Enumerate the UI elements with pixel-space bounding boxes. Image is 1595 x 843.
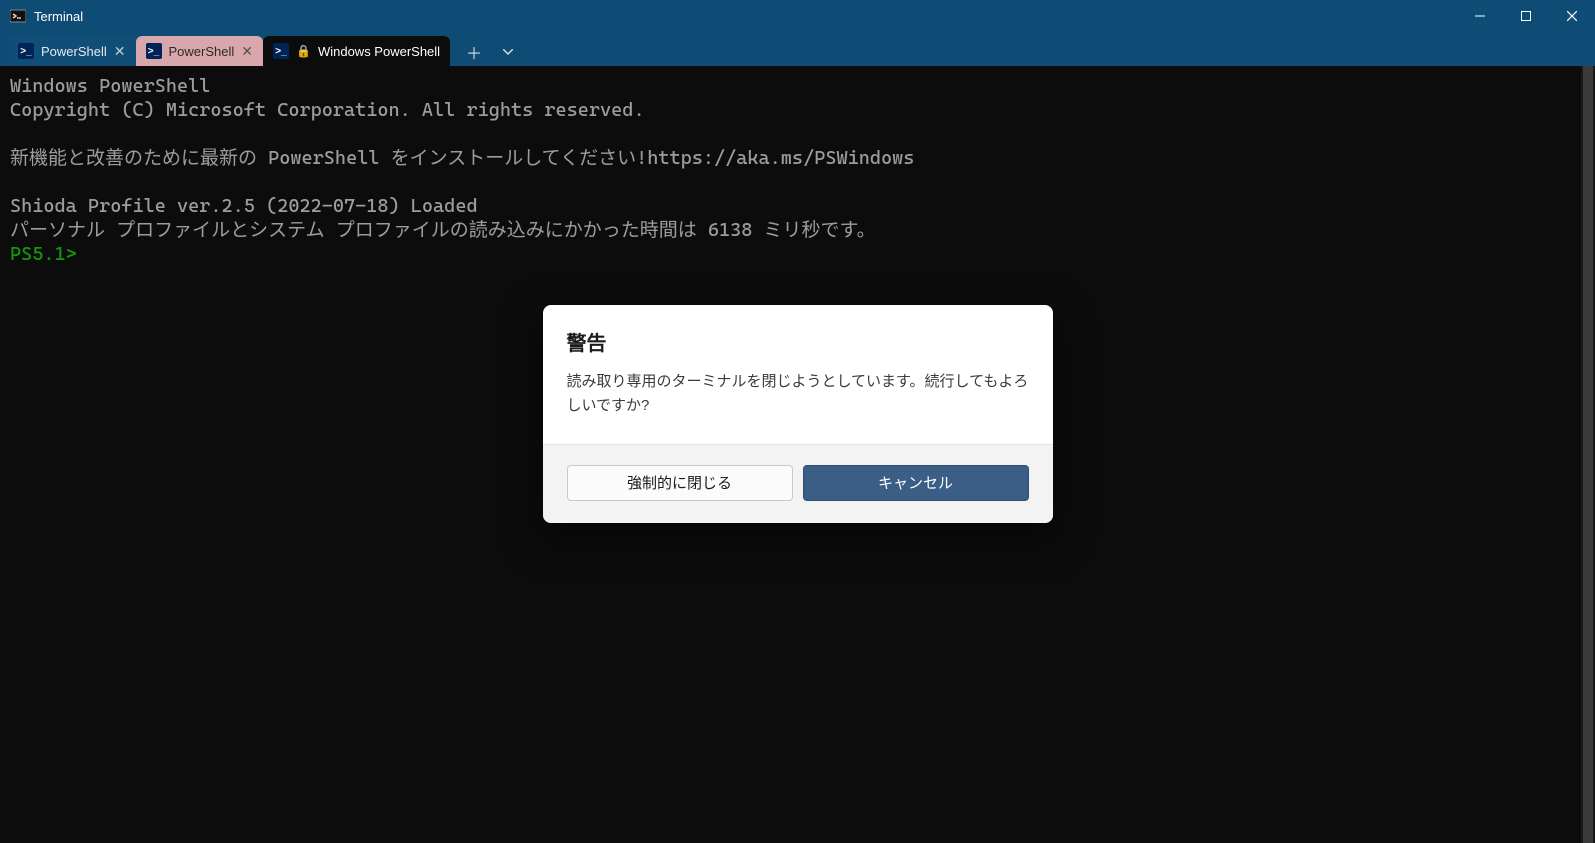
maximize-button[interactable] bbox=[1503, 0, 1549, 32]
close-icon[interactable]: ✕ bbox=[241, 43, 253, 60]
terminal-line: Copyright (C) Microsoft Corporation. All… bbox=[10, 99, 645, 121]
tab-label: PowerShell bbox=[41, 44, 107, 59]
tab-bar: >_ PowerShell ✕ >_ PowerShell ✕ >_ 🔒 Win… bbox=[0, 32, 1595, 66]
new-tab-button[interactable]: ＋ bbox=[460, 38, 488, 66]
tab-label: Windows PowerShell bbox=[318, 44, 440, 59]
tab-windows-powershell[interactable]: >_ 🔒 Windows PowerShell bbox=[263, 36, 450, 66]
powershell-icon: >_ bbox=[146, 43, 162, 59]
lock-icon: 🔒 bbox=[296, 44, 311, 58]
terminal-app-icon bbox=[10, 8, 26, 24]
powershell-icon: >_ bbox=[273, 43, 289, 59]
tab-label: PowerShell bbox=[169, 44, 235, 59]
window-titlebar: Terminal bbox=[0, 0, 1595, 32]
scrollbar[interactable] bbox=[1581, 66, 1595, 843]
close-icon[interactable]: ✕ bbox=[114, 43, 126, 60]
terminal-line: Shioda Profile ver.2.5 (2022-07-18) Load… bbox=[10, 195, 478, 217]
powershell-icon: >_ bbox=[18, 43, 34, 59]
terminal-content[interactable]: Windows PowerShell Copyright (C) Microso… bbox=[0, 66, 1595, 274]
scrollbar-thumb[interactable] bbox=[1583, 66, 1593, 843]
tab-powershell-1[interactable]: >_ PowerShell ✕ bbox=[8, 36, 136, 66]
terminal-line: 新機能と改善のために最新の PowerShell をインストールしてください!h… bbox=[10, 147, 914, 169]
close-button[interactable] bbox=[1549, 0, 1595, 32]
tab-powershell-2[interactable]: >_ PowerShell ✕ bbox=[136, 36, 264, 66]
minimize-button[interactable] bbox=[1457, 0, 1503, 32]
force-close-button[interactable]: 強制的に閉じる bbox=[567, 465, 793, 501]
terminal-line: パーソナル プロファイルとシステム プロファイルの読み込みにかかった時間は 61… bbox=[10, 219, 876, 241]
tab-dropdown-button[interactable] bbox=[494, 38, 522, 66]
warning-dialog: 警告 読み取り専用のターミナルを閉じようとしています。続行してもよろしいですか?… bbox=[543, 305, 1053, 523]
terminal-prompt: PS5.1> bbox=[10, 243, 77, 265]
dialog-title: 警告 bbox=[567, 327, 1029, 356]
window-title: Terminal bbox=[34, 9, 83, 24]
terminal-line: Windows PowerShell bbox=[10, 75, 210, 97]
dialog-message: 読み取り専用のターミナルを閉じようとしています。続行してもよろしいですか? bbox=[567, 370, 1029, 418]
cancel-button[interactable]: キャンセル bbox=[803, 465, 1029, 501]
